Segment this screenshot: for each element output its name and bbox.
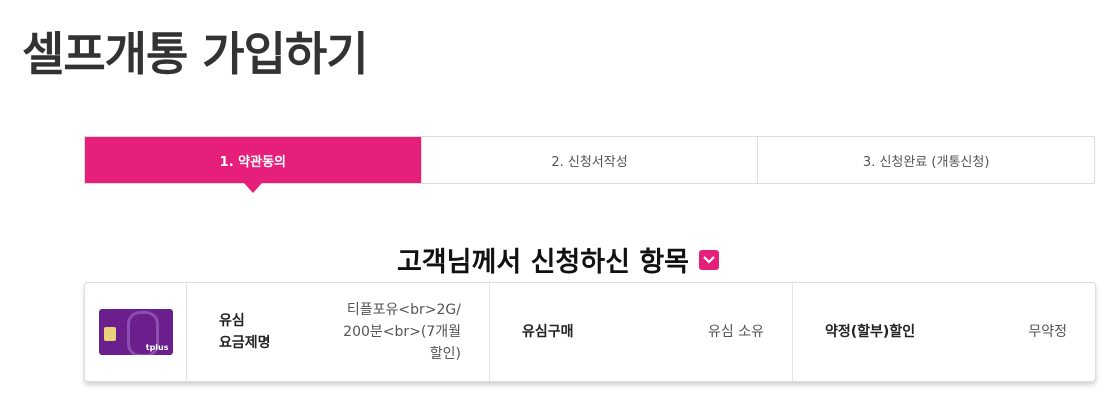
contract-discount-label: 약정(할부)할인 (825, 324, 916, 340)
chevron-down-icon (703, 255, 715, 264)
contract-discount-value: 무약정 (1028, 324, 1067, 340)
application-summary-card: tplus 유심 요금제명 티플포유<br>2G/200분<br>(7개월할인)… (84, 282, 1096, 382)
summary-item-sim-purchase: 유심구매 유심 소유 (490, 283, 793, 381)
sim-chip-icon (103, 327, 116, 341)
sim-brand-logo: tplus (145, 343, 169, 352)
summary-toggle-button[interactable] (699, 249, 720, 270)
summary-title: 고객님께서 신청하신 항목 (396, 247, 690, 278)
plan-value: 티플포유<br>2G/200분<br>(7개월할인) (343, 302, 461, 362)
step-application-form[interactable]: 2. 신청서작성 (420, 137, 758, 183)
step-progress: 1. 약관동의 2. 신청서작성 3. 신청완료 (개통신청) (84, 136, 1095, 193)
sim-purchase-value: 유심 소유 (708, 324, 764, 340)
sim-card-image: tplus (98, 309, 173, 355)
step-terms-agreement[interactable]: 1. 약관동의 (85, 137, 421, 193)
step-application-complete[interactable]: 3. 신청완료 (개통신청) (757, 137, 1094, 183)
plan-label: 유심 요금제명 (219, 313, 271, 351)
sim-card-image-cell: tplus (85, 283, 187, 381)
summary-header: 고객님께서 신청하신 항목 (0, 240, 1116, 279)
sim-purchase-label: 유심구매 (522, 324, 574, 340)
summary-item-contract-discount: 약정(할부)할인 무약정 (793, 283, 1095, 381)
summary-item-plan: 유심 요금제명 티플포유<br>2G/200분<br>(7개월할인) (187, 283, 490, 381)
page-title: 셀프개통 가입하기 (22, 27, 369, 81)
